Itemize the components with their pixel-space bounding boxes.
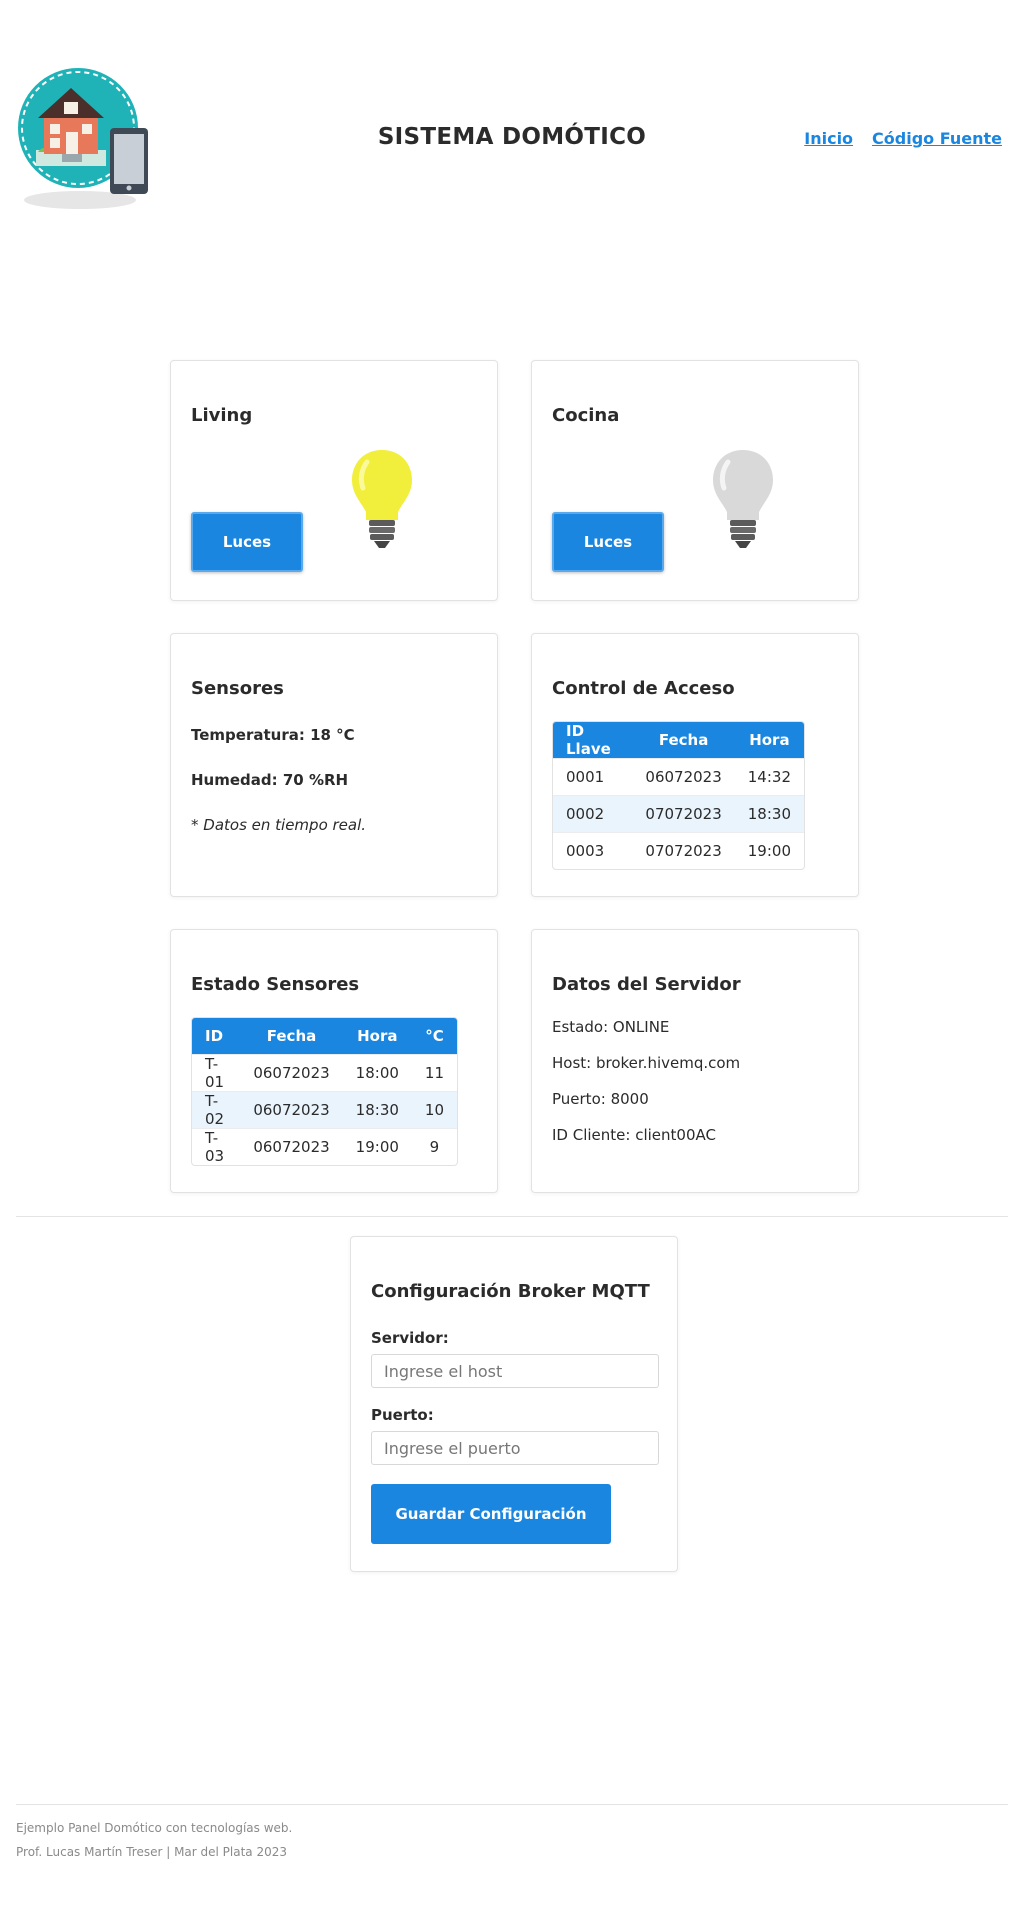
table-cell: 06072023 xyxy=(240,1054,343,1091)
temperature-reading: Temperatura: 18 °C xyxy=(191,726,355,744)
table-header-row: ID Fecha Hora °C xyxy=(192,1018,457,1054)
table-row: T-02 06072023 18:30 10 xyxy=(192,1091,457,1128)
table-row: T-03 06072023 19:00 9 xyxy=(192,1128,457,1165)
room-card-cocina: Cocina Luces xyxy=(531,360,859,601)
mqtt-config-card: Configuración Broker MQTT Servidor: Puer… xyxy=(350,1236,678,1572)
column-header: Fecha xyxy=(240,1018,343,1054)
table-cell: 18:30 xyxy=(342,1091,412,1128)
server-port: Puerto: 8000 xyxy=(552,1090,649,1108)
sensor-status-table: ID Fecha Hora °C T-01 06072023 18:00 11 … xyxy=(191,1017,458,1166)
server-host-input[interactable] xyxy=(371,1354,659,1388)
server-status: Estado: ONLINE xyxy=(552,1018,670,1036)
footer-text: Ejemplo Panel Domótico con tecnologías w… xyxy=(16,1821,293,1835)
humidity-reading: Humedad: 70 %RH xyxy=(191,771,349,789)
access-table: ID Llave Fecha Hora 0001 06072023 14:32 … xyxy=(552,721,805,870)
access-control-card: Control de Acceso ID Llave Fecha Hora 00… xyxy=(531,633,859,897)
table-cell: 11 xyxy=(411,1054,457,1091)
room-title: Cocina xyxy=(552,405,620,426)
table-cell: 06072023 xyxy=(240,1128,343,1165)
footer-divider xyxy=(16,1804,1008,1805)
light-bulb-icon xyxy=(713,450,773,548)
column-header: ID xyxy=(192,1018,241,1054)
room-card-living: Living Luces xyxy=(170,360,498,601)
column-header: °C xyxy=(411,1018,457,1054)
nav-link-codigo-fuente[interactable]: Código Fuente xyxy=(872,129,1002,148)
column-header: Hora xyxy=(342,1018,412,1054)
column-header: ID Llave xyxy=(553,722,633,758)
save-config-button[interactable]: Guardar Configuración xyxy=(371,1484,611,1544)
sensor-status-card: Estado Sensores ID Fecha Hora °C T-01 06… xyxy=(170,929,498,1193)
table-cell: 0002 xyxy=(553,795,633,832)
table-cell: 10 xyxy=(411,1091,457,1128)
site-header: SISTEMA DOMÓTICO Inicio Código Fuente xyxy=(0,0,1024,240)
table-cell: 0003 xyxy=(553,832,633,869)
server-info-card: Datos del Servidor Estado: ONLINE Host: … xyxy=(531,929,859,1193)
server-client-id: ID Cliente: client00AC xyxy=(552,1126,716,1144)
sensors-card: Sensores Temperatura: 18 °C Humedad: 70 … xyxy=(170,633,498,897)
table-cell: T-03 xyxy=(192,1128,241,1165)
main-nav: Inicio Código Fuente xyxy=(804,129,1002,148)
server-label: Servidor: xyxy=(371,1329,449,1347)
table-cell: 18:30 xyxy=(734,795,804,832)
card-title: Datos del Servidor xyxy=(552,974,741,995)
column-header: Fecha xyxy=(632,722,735,758)
server-host: Host: broker.hivemq.com xyxy=(552,1054,741,1072)
column-header: Hora xyxy=(734,722,804,758)
footer-credits: Prof. Lucas Martín Treser | Mar del Plat… xyxy=(16,1845,288,1859)
table-header-row: ID Llave Fecha Hora xyxy=(553,722,804,758)
port-label: Puerto: xyxy=(371,1406,434,1424)
footer: Ejemplo Panel Domótico con tecnologías w… xyxy=(16,1816,292,1864)
table-row: T-01 06072023 18:00 11 xyxy=(192,1054,457,1091)
table-cell: 9 xyxy=(411,1128,457,1165)
table-cell: 14:32 xyxy=(734,758,804,795)
light-bulb-icon xyxy=(352,450,412,548)
lights-toggle-button[interactable]: Luces xyxy=(552,512,664,572)
table-cell: 19:00 xyxy=(734,832,804,869)
table-cell: 18:00 xyxy=(342,1054,412,1091)
card-title: Estado Sensores xyxy=(191,974,360,995)
table-cell: T-01 xyxy=(192,1054,241,1091)
table-cell: 07072023 xyxy=(632,795,735,832)
lights-toggle-button[interactable]: Luces xyxy=(191,512,303,572)
section-divider xyxy=(16,1216,1008,1217)
card-title: Control de Acceso xyxy=(552,678,735,699)
table-cell: 19:00 xyxy=(342,1128,412,1165)
table-cell: 06072023 xyxy=(632,758,735,795)
table-row: 0003 07072023 19:00 xyxy=(553,832,804,869)
table-cell: 0001 xyxy=(553,758,633,795)
table-cell: 07072023 xyxy=(632,832,735,869)
card-title: Sensores xyxy=(191,678,284,699)
table-row: 0001 06072023 14:32 xyxy=(553,758,804,795)
room-title: Living xyxy=(191,405,253,426)
table-cell: T-02 xyxy=(192,1091,241,1128)
nav-link-inicio[interactable]: Inicio xyxy=(804,129,853,148)
card-title: Configuración Broker MQTT xyxy=(371,1281,650,1302)
table-cell: 06072023 xyxy=(240,1091,343,1128)
port-input[interactable] xyxy=(371,1431,659,1465)
realtime-note: * Datos en tiempo real. xyxy=(191,816,367,834)
table-row: 0002 07072023 18:30 xyxy=(553,795,804,832)
